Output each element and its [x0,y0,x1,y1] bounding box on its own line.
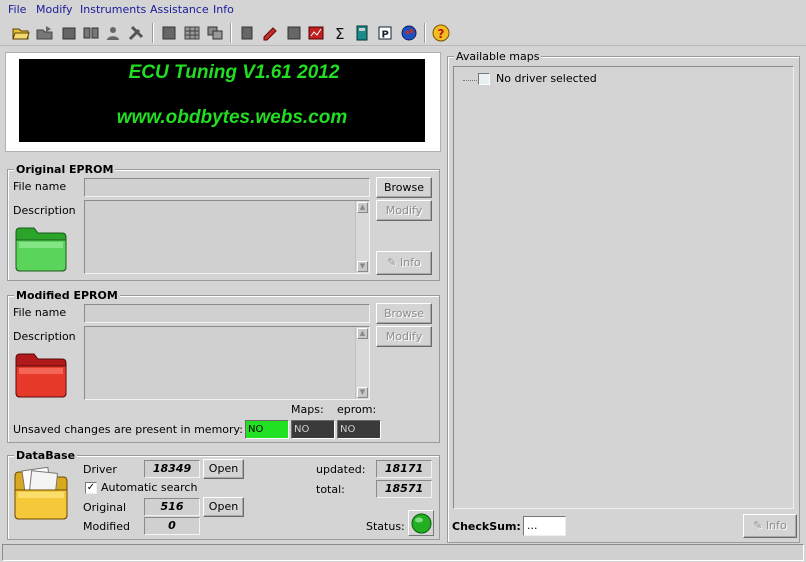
original-eprom-title: Original EPROM [14,163,116,176]
original-db-label: Original [83,501,127,514]
checksum-info-label: Info [765,519,787,532]
modified-desc-scrollbar[interactable]: ▲ ▼ [355,327,369,399]
modified-db-count: 0 [144,517,200,535]
original-description-box[interactable]: ▲ ▼ [84,200,370,274]
green-folder-icon [15,227,67,272]
original-desc-scrollbar[interactable]: ▲ ▼ [355,201,369,273]
modified-eprom-title: Modified EPROM [14,289,120,302]
database-title: DataBase [14,449,78,462]
block-icon[interactable] [160,24,178,42]
red-folder-icon [15,353,67,398]
menu-file[interactable]: File [8,3,26,16]
checksum-info-button[interactable]: ✎ Info [743,514,797,538]
unsaved-changes-label: Unsaved changes are present in memory: [13,423,243,436]
tools-icon[interactable] [127,24,145,42]
globe-icon[interactable] [400,24,418,42]
original-desc-label: Description [13,204,76,217]
updated-count: 18171 [376,460,432,478]
menu-info[interactable]: Info [213,3,234,16]
checksum-field[interactable]: ... [523,516,566,536]
status-box [408,510,434,536]
sigma-icon[interactable]: Σ [331,24,349,42]
original-info-button[interactable]: ✎ Info [376,251,432,275]
scroll-up-icon[interactable]: ▲ [357,328,368,339]
banner: ECU Tuning V1.61 2012 www.obdbytes.webs.… [19,59,425,142]
banner-url: www.obdbytes.webs.com [116,107,348,128]
original-file-label: File name [13,180,67,193]
menu-instruments[interactable]: Instruments [80,3,146,16]
menu-bar: File Modify Instruments Assistance Info [0,0,806,19]
original-browse-button[interactable]: Browse [376,177,432,198]
help-icon[interactable]: ? [432,24,450,42]
tree-connector [463,80,479,81]
modified-browse-button[interactable]: Browse [376,303,432,324]
maps-indicator: NO [291,420,335,439]
info-icon: ✎ [387,256,400,269]
tree-checkbox[interactable] [478,73,490,85]
eprom-indicator: NO [337,420,381,439]
modified-db-label: Modified [83,520,130,533]
square-icon[interactable] [285,24,303,42]
auto-search-checkbox[interactable]: ✓ [85,482,97,494]
svg-text:P: P [382,30,389,41]
menu-modify[interactable]: Modify [36,3,72,16]
driver-open-button[interactable]: Open [203,459,244,479]
scroll-down-icon[interactable]: ▼ [357,261,368,272]
driver-label: Driver [83,463,117,476]
scroll-up-icon[interactable]: ▲ [357,202,368,213]
modified-description-box[interactable]: ▲ ▼ [84,326,370,400]
original-info-label: Info [399,256,421,269]
status-bar [2,544,804,561]
maps-tree[interactable]: No driver selected [453,66,794,509]
info-icon: ✎ [753,519,766,532]
svg-text:?: ? [438,27,445,41]
eprom-label: eprom: [337,403,377,416]
pen-icon[interactable] [261,24,279,42]
stack-icon[interactable] [238,24,256,42]
total-label: total: [316,483,345,496]
maps-label: Maps: [291,403,324,416]
updated-label: updated: [316,463,366,476]
compare-icon[interactable] [82,24,100,42]
auto-search-label: Automatic search [101,481,198,494]
grid-icon[interactable] [183,24,201,42]
modified-file-field[interactable] [84,304,370,323]
user-icon[interactable] [104,24,122,42]
status-ok-icon [411,513,432,534]
database-folder-icon [14,466,68,520]
available-maps-title: Available maps [454,50,542,63]
toolbar: Σ P ? [0,20,806,46]
menu-assistance[interactable]: Assistance [150,3,209,16]
modified-file-label: File name [13,306,67,319]
original-file-field[interactable] [84,178,370,197]
calculator-icon[interactable] [353,24,371,42]
total-count: 18571 [376,480,432,498]
chart-icon[interactable] [307,24,325,42]
unsaved-indicator: NO [245,420,289,439]
modified-modify-button[interactable]: Modify [376,326,432,347]
original-db-count: 516 [144,498,200,516]
banner-title: ECU Tuning V1.61 2012 [128,62,340,83]
driver-count: 18349 [144,460,200,478]
scroll-down-icon[interactable]: ▼ [357,387,368,398]
open-folder-icon[interactable] [12,24,30,42]
original-db-open-button[interactable]: Open [203,497,244,517]
svg-text:Σ: Σ [335,25,344,42]
parking-icon[interactable]: P [376,24,394,42]
modified-desc-label: Description [13,330,76,343]
chip-icon[interactable] [60,24,78,42]
checksum-label: CheckSum: [452,520,521,533]
save-folder-icon[interactable] [36,24,54,42]
tree-item-label[interactable]: No driver selected [496,72,597,85]
original-modify-button[interactable]: Modify [376,200,432,221]
status-label: Status: [366,520,405,533]
windows-icon[interactable] [206,24,224,42]
